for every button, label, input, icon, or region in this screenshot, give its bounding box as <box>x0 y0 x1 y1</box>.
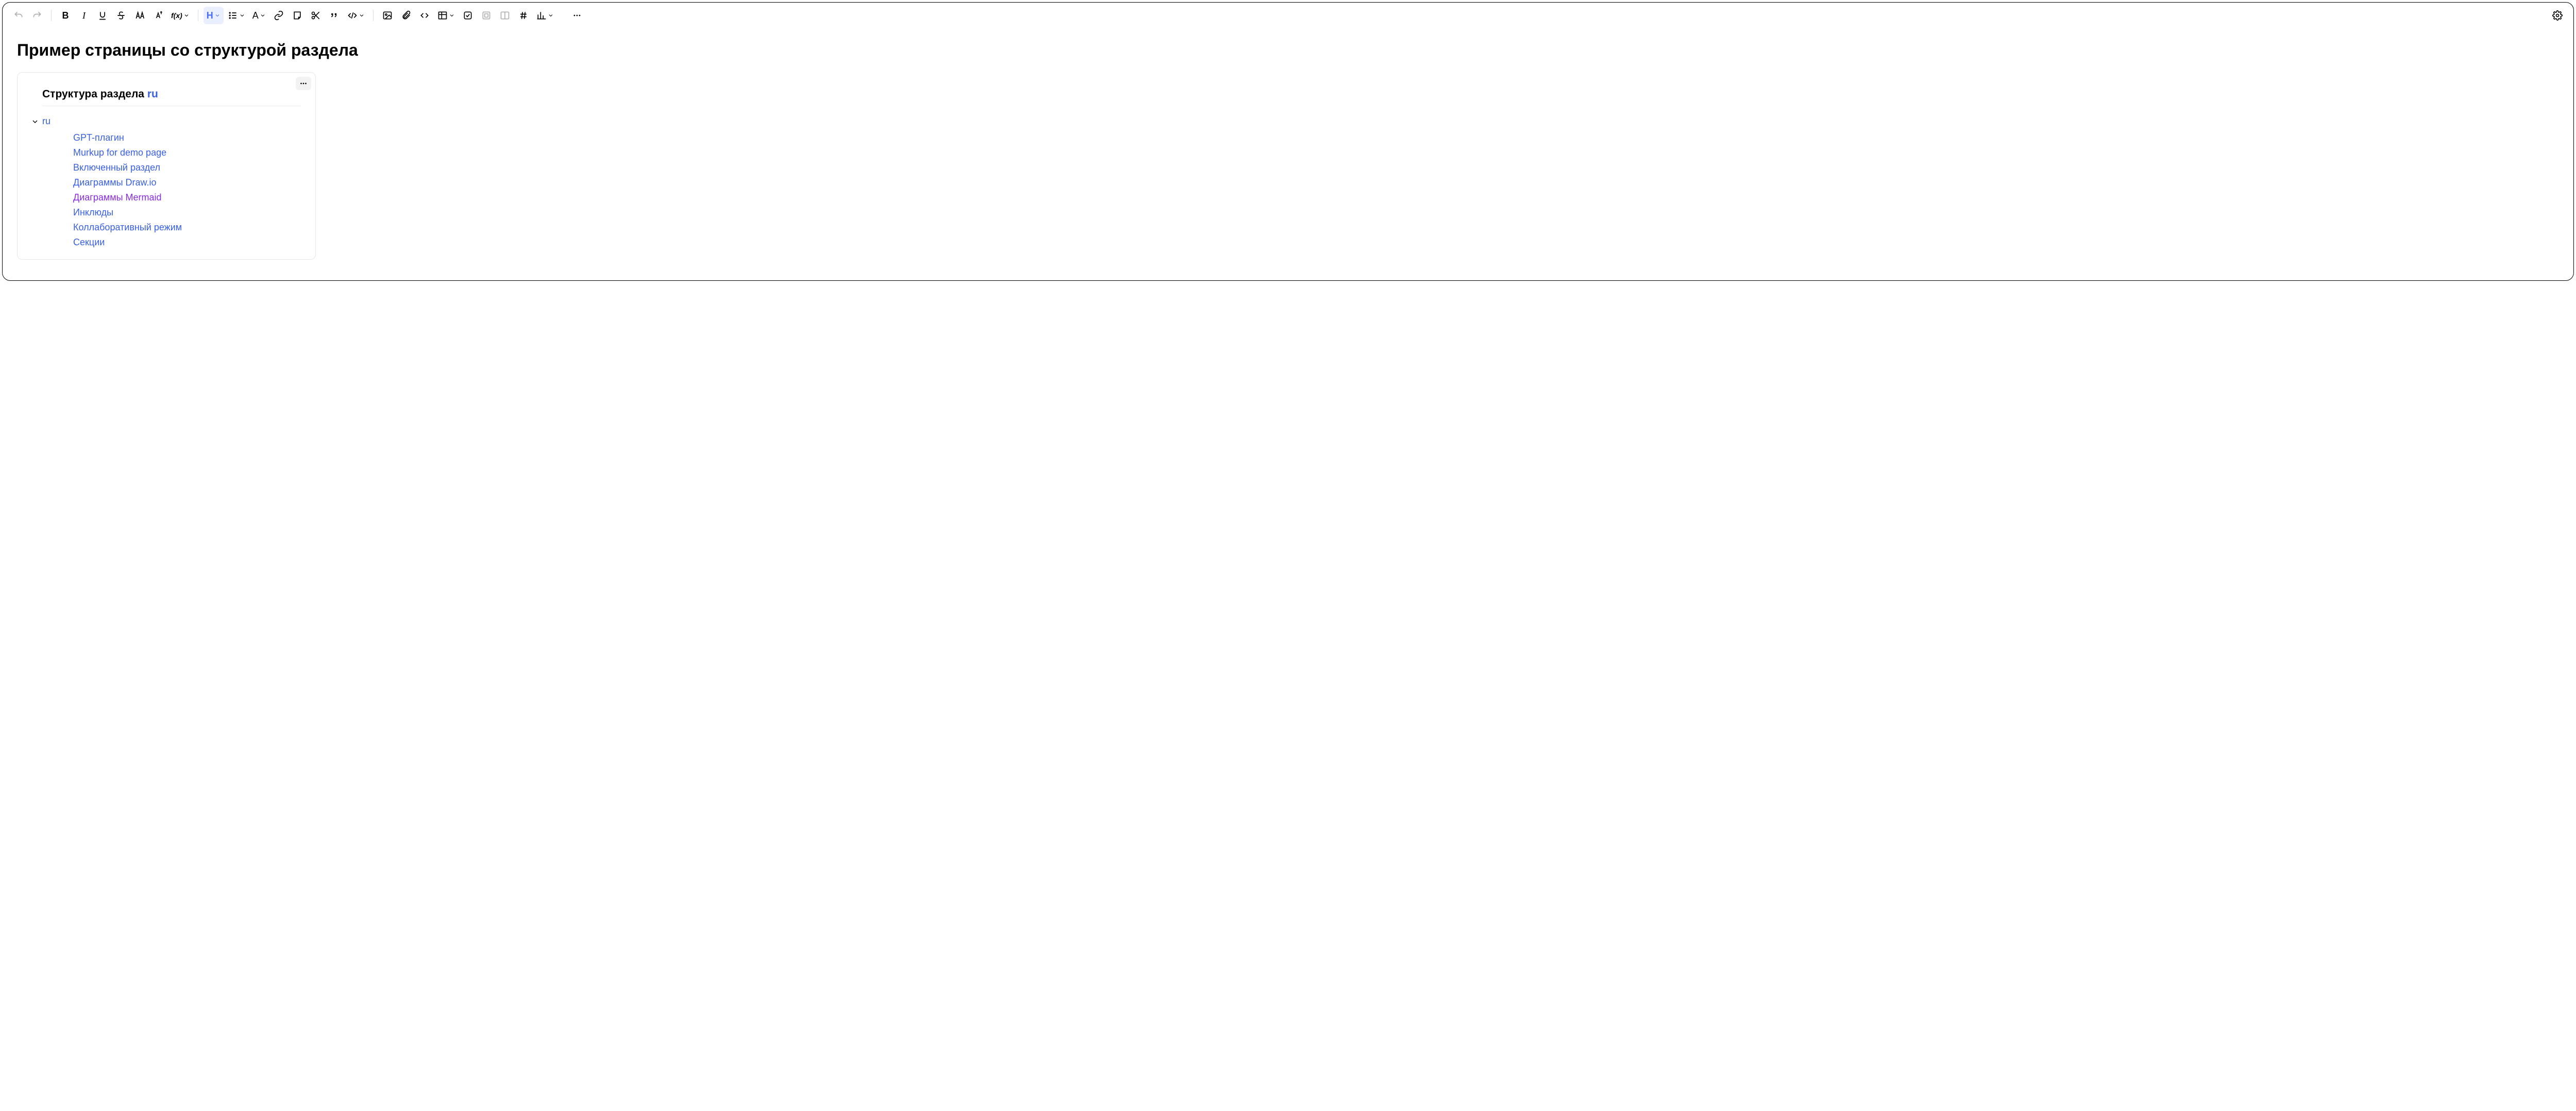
paperclip-icon <box>401 10 411 21</box>
scissors-icon <box>311 10 321 21</box>
table-icon <box>437 10 448 21</box>
underline-button[interactable] <box>94 7 111 24</box>
redo-button[interactable] <box>28 7 46 24</box>
code-icon <box>419 10 430 21</box>
function-icon: f(x) <box>171 11 182 20</box>
chevron-down-icon <box>214 12 221 19</box>
more-button[interactable] <box>568 7 586 24</box>
editor-content[interactable]: Пример страницы со структурой раздела Ст… <box>3 28 2573 280</box>
section-structure-widget: Структура раздела ru ru GPT-плагин Murkup… <box>17 72 316 260</box>
tree-item-link[interactable]: Включенный раздел <box>73 162 305 173</box>
anchor-button[interactable] <box>515 7 532 24</box>
chevron-down-icon <box>260 12 266 19</box>
widget-header-link[interactable]: ru <box>147 88 158 100</box>
chart-icon <box>536 10 547 21</box>
ellipsis-icon <box>572 10 582 21</box>
tree-root: ru GPT-плагин Murkup for demo page Включен… <box>28 114 305 248</box>
toolbar: B I f(x) H A <box>3 3 2573 28</box>
chevron-down-icon <box>183 12 190 19</box>
chevron-down-icon <box>359 12 365 19</box>
monospace-button[interactable] <box>131 7 148 24</box>
code-inline-button[interactable] <box>344 7 368 24</box>
tree-item-link[interactable]: Murkup for demo page <box>73 147 305 158</box>
italic-icon: I <box>82 10 86 21</box>
text-style-button[interactable] <box>149 7 167 24</box>
ellipsis-icon <box>299 79 308 88</box>
tree-item-link[interactable]: Секции <box>73 237 305 248</box>
heading-button[interactable]: H <box>204 7 224 24</box>
widget-menu-button[interactable] <box>296 77 311 90</box>
cut-button[interactable] <box>307 7 325 24</box>
link-icon <box>274 10 284 21</box>
tree-toggle[interactable] <box>31 117 39 126</box>
chevron-down-icon <box>239 12 245 19</box>
redo-icon <box>32 10 42 21</box>
page-title: Пример страницы со структурой раздела <box>17 41 2559 60</box>
italic-button[interactable]: I <box>75 7 93 24</box>
text-style-icon <box>153 10 163 21</box>
layout-icon <box>500 10 510 21</box>
tree-item-link[interactable]: GPT-плагин <box>73 132 305 143</box>
tree-root-row: ru <box>31 114 305 128</box>
gear-icon <box>2552 10 2563 21</box>
heading-icon: H <box>207 10 213 21</box>
undo-button[interactable] <box>10 7 27 24</box>
hash-icon <box>518 10 529 21</box>
tree-children: GPT-плагин Murkup for demo page Включенный… <box>31 132 305 248</box>
strikethrough-icon <box>116 10 126 21</box>
code-block-button[interactable] <box>416 7 433 24</box>
chart-button[interactable] <box>533 7 557 24</box>
attachment-button[interactable] <box>397 7 415 24</box>
checkbox-icon <box>463 10 473 21</box>
note-button[interactable] <box>289 7 306 24</box>
function-button[interactable]: f(x) <box>168 7 193 24</box>
bold-icon: B <box>62 10 69 21</box>
underline-icon <box>97 10 108 21</box>
chevron-down-icon <box>449 12 455 19</box>
list-icon <box>228 10 238 21</box>
block-button[interactable] <box>478 7 495 24</box>
note-icon <box>292 10 302 21</box>
layout-button[interactable] <box>496 7 514 24</box>
font-color-icon: A <box>252 10 259 21</box>
block-icon <box>481 10 492 21</box>
quote-button[interactable] <box>326 7 343 24</box>
widget-header: Структура раздела ru <box>42 88 301 100</box>
tree-item-link[interactable]: Коллаборативный режим <box>73 222 305 233</box>
editor-frame: B I f(x) H A <box>2 2 2574 281</box>
monospace-icon <box>134 10 145 21</box>
list-button[interactable] <box>225 7 248 24</box>
bold-button[interactable]: B <box>57 7 74 24</box>
toolbar-separator <box>373 10 374 21</box>
font-color-button[interactable]: A <box>249 7 269 24</box>
chevron-down-icon <box>548 12 554 19</box>
strikethrough-button[interactable] <box>112 7 130 24</box>
image-button[interactable] <box>379 7 396 24</box>
widget-header-text: Структура раздела <box>42 88 147 100</box>
chevron-down-icon <box>31 117 39 126</box>
quote-icon <box>329 10 340 21</box>
image-icon <box>382 10 393 21</box>
tree-item-link[interactable]: Диаграммы Draw.io <box>73 177 305 188</box>
link-button[interactable] <box>270 7 287 24</box>
undo-icon <box>13 10 24 21</box>
settings-button[interactable] <box>2549 7 2566 24</box>
tree-root-link[interactable]: ru <box>42 116 50 127</box>
table-button[interactable] <box>434 7 458 24</box>
tree-item-link[interactable]: Диаграммы Mermaid <box>73 192 305 203</box>
code-inline-icon <box>347 10 358 21</box>
tree-item-link[interactable]: Инклюды <box>73 207 305 218</box>
checkbox-button[interactable] <box>459 7 477 24</box>
toolbar-separator <box>51 10 52 21</box>
